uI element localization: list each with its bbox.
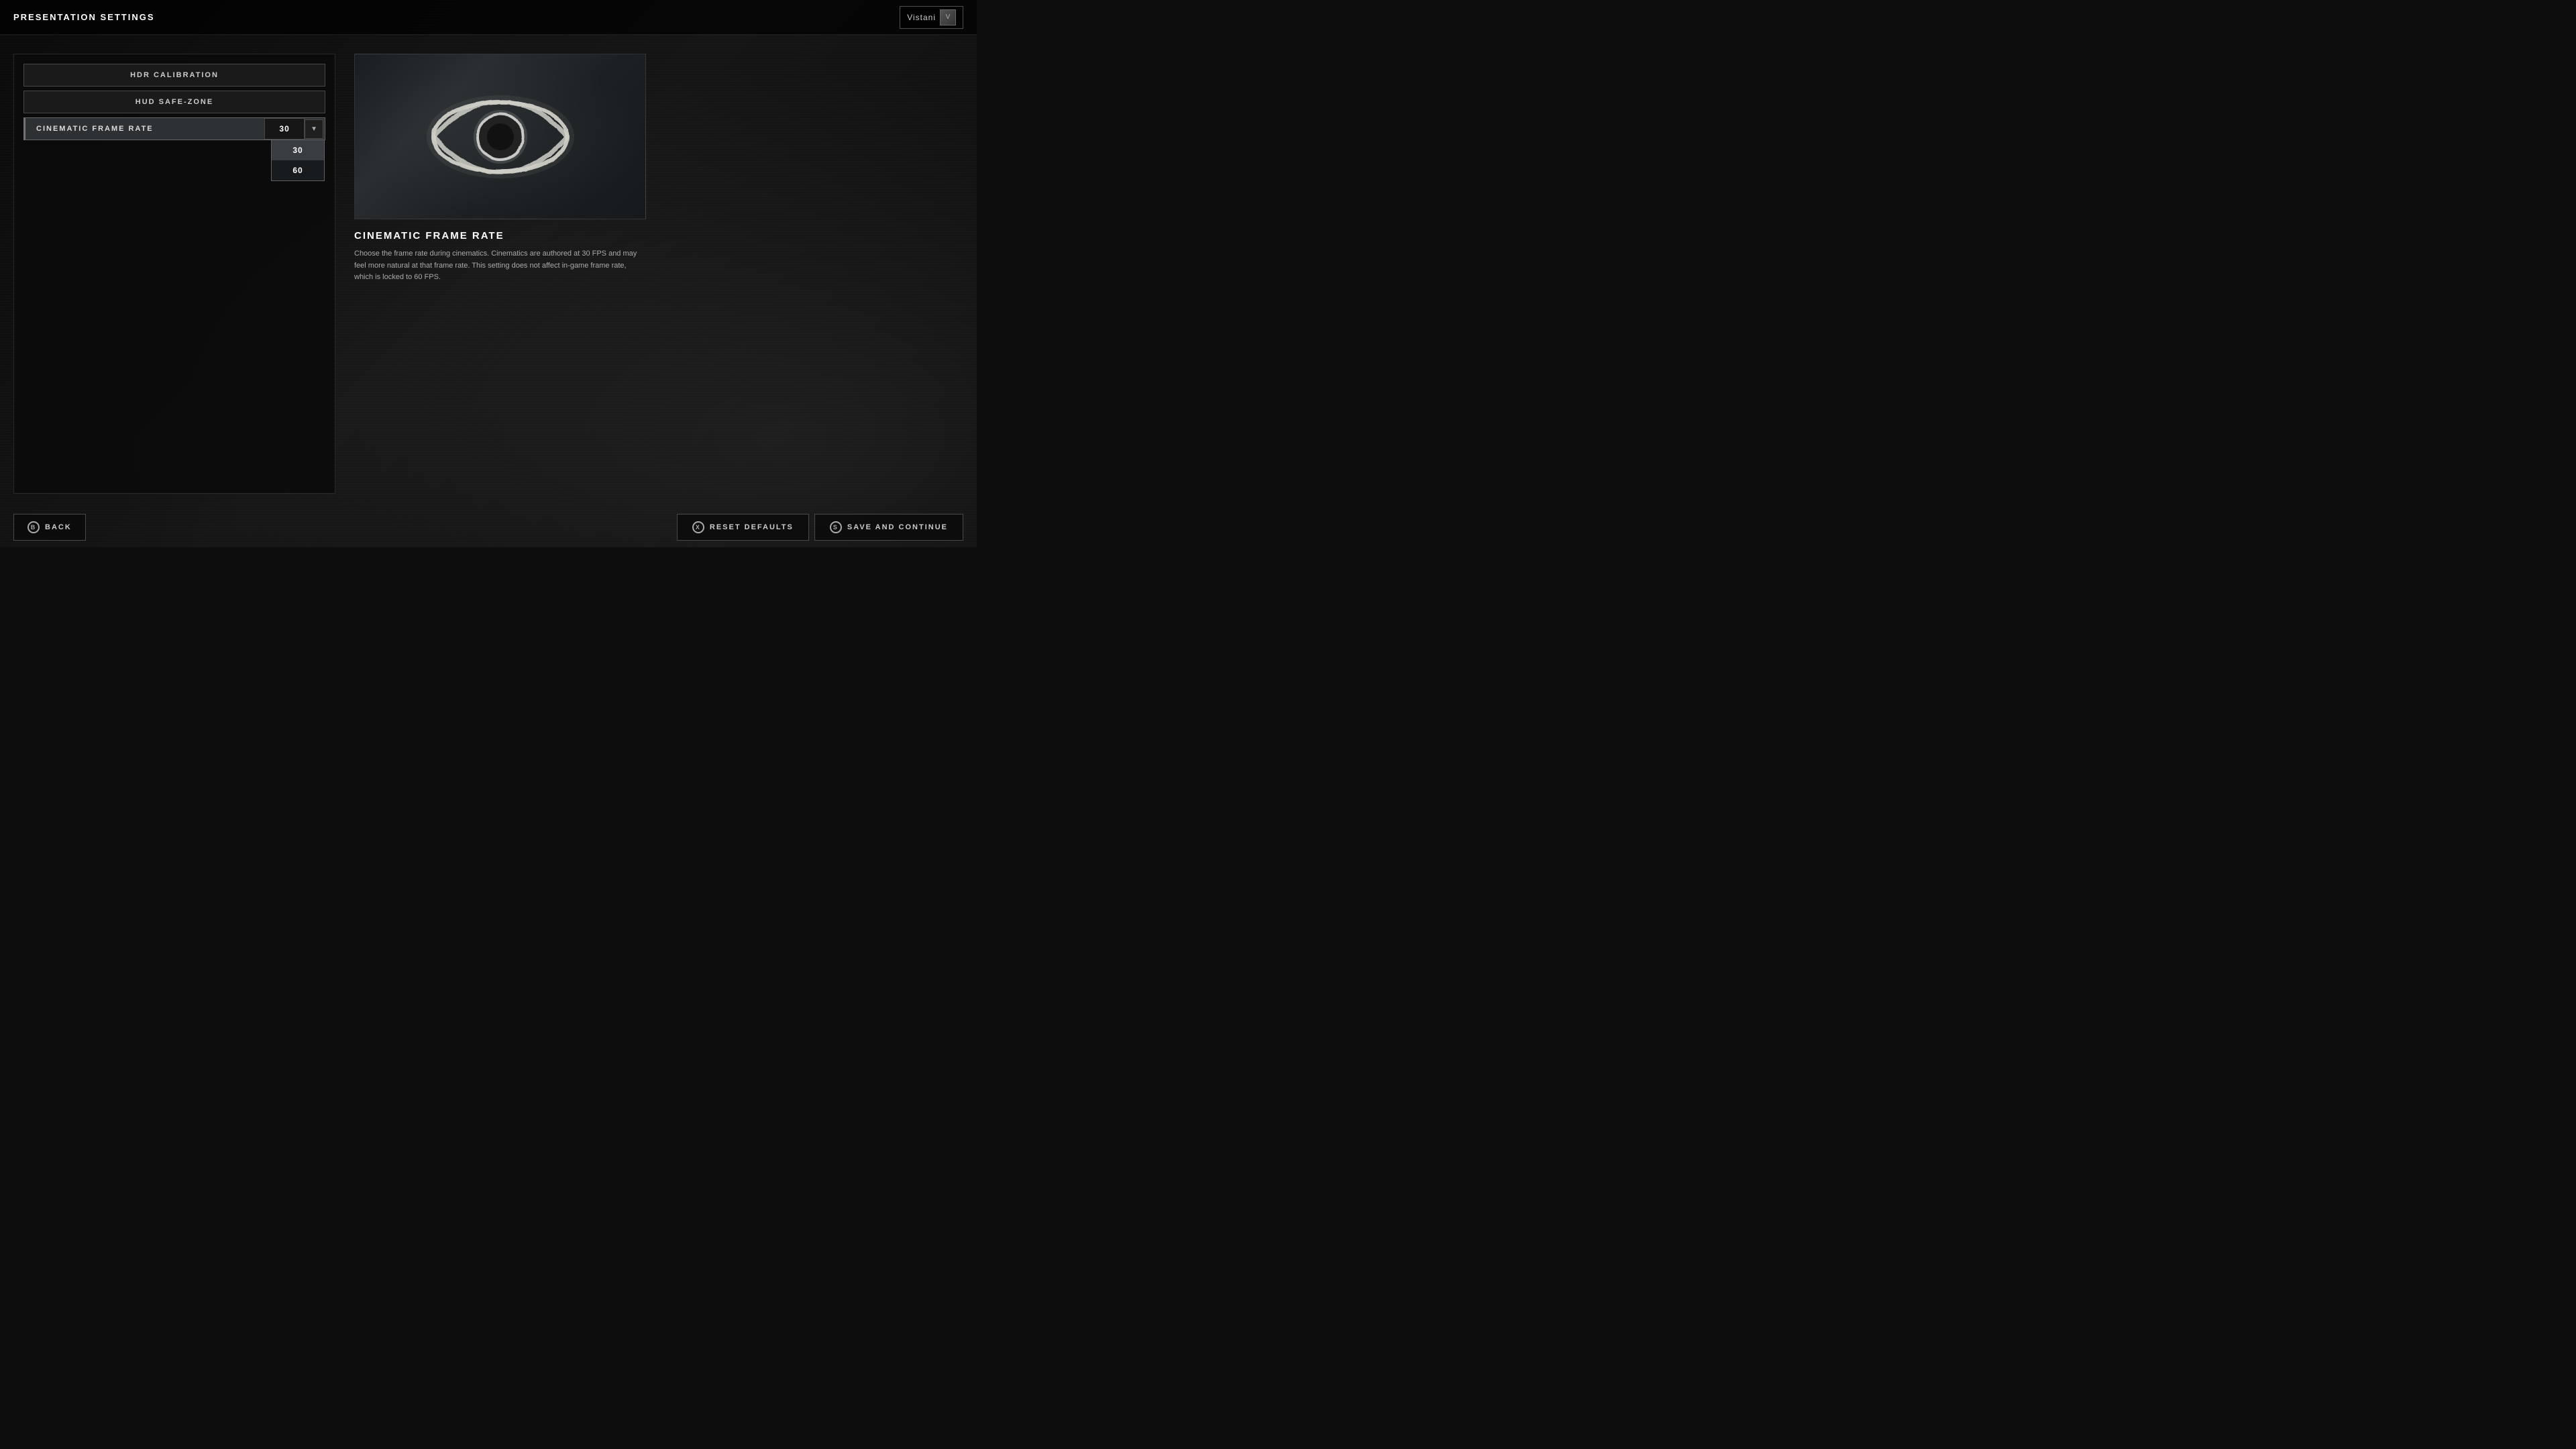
save-label: SAVE AND CONTINUE	[847, 523, 948, 531]
preview-image	[354, 54, 646, 219]
dropdown-option-30[interactable]: 30	[272, 140, 324, 160]
hud-safe-zone-button[interactable]: HUD SAFE-ZONE	[23, 91, 325, 113]
main-content: HDR CALIBRATION HUD SAFE-ZONE CINEMATIC …	[0, 35, 977, 507]
dropdown-arrow[interactable]: ▼	[305, 119, 323, 139]
reset-icon: X	[692, 521, 704, 533]
setting-value-container: 30 ▼	[264, 118, 325, 140]
eye-icon	[427, 93, 574, 180]
bottom-bar: B BACK X RESET DEFAULTS S SAVE AND CONTI…	[0, 507, 977, 547]
header: PRESENTATION SETTINGS Vistani V	[0, 0, 977, 35]
eye-icon-container	[427, 90, 574, 184]
cinematic-frame-rate-label: CINEMATIC FRAME RATE	[25, 118, 264, 140]
back-label: BACK	[45, 523, 72, 531]
right-panel: CINEMATIC FRAME RATE Choose the frame ra…	[335, 54, 963, 494]
save-icon: S	[830, 521, 842, 533]
save-and-continue-button[interactable]: S SAVE AND CONTINUE	[814, 514, 963, 541]
page-title: PRESENTATION SETTINGS	[13, 12, 155, 22]
reset-label: RESET DEFAULTS	[710, 523, 794, 531]
avatar: V	[940, 9, 956, 25]
right-buttons: X RESET DEFAULTS S SAVE AND CONTINUE	[677, 514, 963, 541]
info-title: CINEMATIC FRAME RATE	[354, 230, 963, 241]
dropdown-menu: 30 60	[271, 140, 325, 181]
cinematic-frame-rate-row: CINEMATIC FRAME RATE 30 ▼ 30 60	[23, 117, 325, 140]
info-section: CINEMATIC FRAME RATE Choose the frame ra…	[354, 219, 963, 284]
back-icon: B	[28, 521, 40, 533]
left-panel: HDR CALIBRATION HUD SAFE-ZONE CINEMATIC …	[13, 54, 335, 494]
user-name: Vistani	[907, 13, 936, 22]
user-badge[interactable]: Vistani V	[900, 6, 963, 29]
back-button[interactable]: B BACK	[13, 514, 86, 541]
info-description: Choose the frame rate during cinematics.…	[354, 248, 643, 284]
reset-defaults-button[interactable]: X RESET DEFAULTS	[677, 514, 809, 541]
dropdown-option-60[interactable]: 60	[272, 160, 324, 180]
hdr-calibration-button[interactable]: HDR CALIBRATION	[23, 64, 325, 87]
current-value-display: 30	[264, 118, 305, 140]
